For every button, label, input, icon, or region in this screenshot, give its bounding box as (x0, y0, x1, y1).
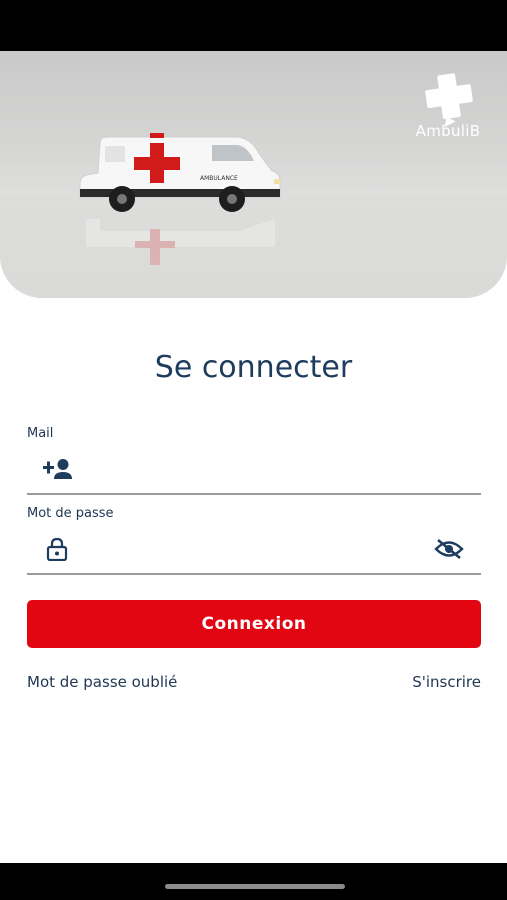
forgot-password-link[interactable]: Mot de passe oublié (27, 673, 177, 691)
home-indicator[interactable] (165, 884, 345, 889)
mail-input[interactable] (87, 457, 427, 487)
connexion-button[interactable]: Connexion (27, 600, 481, 648)
password-input[interactable] (87, 537, 427, 567)
mail-field[interactable] (27, 449, 481, 495)
status-bar (0, 0, 507, 51)
person-add-icon (43, 459, 72, 479)
password-label: Mot de passe (27, 506, 114, 521)
password-field[interactable] (27, 529, 481, 575)
page-title: Se connecter (154, 350, 353, 385)
mail-label: Mail (27, 426, 54, 441)
lock-icon (46, 537, 68, 561)
brand-name: AmbuliB (415, 122, 481, 140)
eye-off-icon[interactable] (434, 538, 464, 560)
van-text: AMBULANCE (200, 175, 238, 182)
navigation-bar (0, 863, 507, 900)
signup-link[interactable]: S'inscrire (412, 673, 481, 691)
